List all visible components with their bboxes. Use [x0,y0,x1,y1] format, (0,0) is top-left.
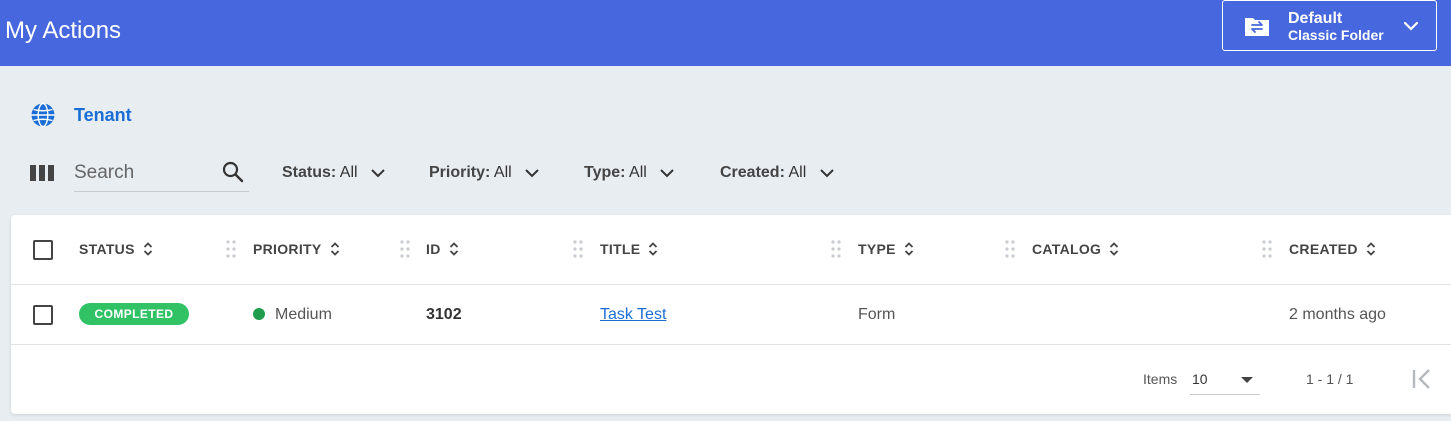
row-checkbox[interactable] [33,305,53,325]
folder-swap-icon [1245,18,1269,36]
sort-icon [449,242,458,256]
priority-cell: Medium [275,306,332,323]
sort-icon [904,242,913,256]
drag-handle-icon[interactable] [226,239,236,259]
folder-selector-button[interactable]: Default Classic Folder [1222,0,1437,51]
status-filter[interactable]: Status: All [282,163,386,183]
first-page-icon[interactable] [1410,368,1434,390]
sort-icon [330,242,339,256]
sort-icon [1110,242,1119,256]
drag-handle-icon[interactable] [1262,239,1272,259]
created-filter[interactable]: Created: All [720,163,835,183]
chevron-down-icon [525,169,539,178]
chevron-down-icon [1403,21,1419,31]
created-cell: 2 months ago [1289,306,1386,323]
type-cell: Form [858,306,896,323]
search-box [74,156,249,192]
filter-label: Type: [584,164,626,181]
actions-table: STATUS PRIORITY ID TITLE TYPE CATALOG CR… [11,215,1451,414]
priority-dot [253,308,265,320]
sort-icon [649,242,658,256]
column-header-title[interactable]: TITLE [600,241,658,257]
column-header-created[interactable]: CREATED [1289,241,1376,257]
id-cell: 3102 [426,306,462,323]
items-per-page-label: Items [1143,371,1178,387]
table-row[interactable]: COMPLETED Medium 3102 Task Test Form 2 m… [11,285,1451,345]
dropdown-arrow-icon [1241,377,1253,383]
chevron-down-icon [660,169,674,178]
tenant-link[interactable]: Tenant [74,105,132,126]
drag-handle-icon[interactable] [573,239,583,259]
filter-value: All [493,164,512,181]
column-header-type[interactable]: TYPE [858,241,914,257]
drag-handle-icon[interactable] [400,239,410,259]
folder-type: Classic Folder [1288,27,1384,43]
select-all-checkbox[interactable] [33,240,53,260]
filter-label: Priority: [429,164,491,181]
items-per-page-value: 10 [1192,371,1208,387]
search-icon[interactable] [222,161,244,183]
filter-label: Status: [282,164,337,181]
globe-icon [31,102,55,128]
column-header-priority[interactable]: PRIORITY [253,241,340,257]
filter-value: All [339,164,358,181]
sort-icon [143,242,152,256]
column-header-id[interactable]: ID [426,241,459,257]
column-header-catalog[interactable]: CATALOG [1032,241,1119,257]
filter-label: Created: [720,164,785,181]
status-badge: COMPLETED [79,303,189,325]
chevron-down-icon [819,169,834,178]
page-title: My Actions [5,17,122,44]
title-link[interactable]: Task Test [600,305,666,324]
filter-value: All [629,164,647,181]
app-header: My Actions Default Classic Folder [0,0,1451,66]
table-header-row: STATUS PRIORITY ID TITLE TYPE CATALOG CR… [11,215,1451,285]
columns-icon[interactable] [30,163,54,183]
filter-value: All [788,164,807,181]
column-header-status[interactable]: STATUS [79,241,153,257]
page-range: 1 - 1 / 1 [1306,371,1354,387]
drag-handle-icon[interactable] [1005,239,1015,259]
folder-name: Default [1288,10,1343,27]
items-per-page-select[interactable]: 10 [1190,366,1260,395]
drag-handle-icon[interactable] [831,239,841,259]
search-input[interactable] [74,160,214,186]
sort-icon [1366,242,1375,256]
type-filter[interactable]: Type: All [584,163,675,183]
priority-filter[interactable]: Priority: All [429,163,540,183]
chevron-down-icon [371,169,385,178]
